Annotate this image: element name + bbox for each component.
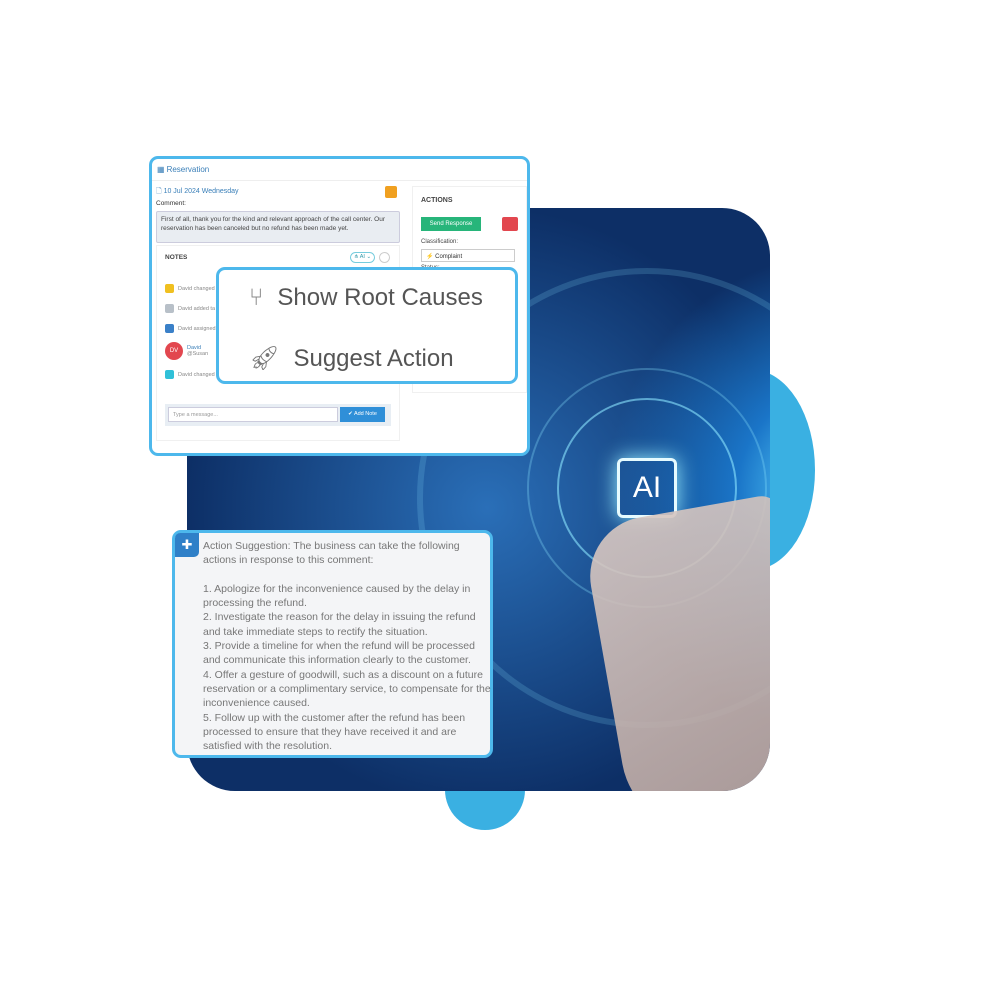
send-response-button[interactable]: Send Response: [421, 217, 481, 231]
comment-text[interactable]: First of all, thank you for the kind and…: [156, 211, 400, 243]
suggestion-text: Action Suggestion: The business can take…: [203, 540, 491, 753]
suggest-action-option[interactable]: 🚀︎ Suggest Action: [249, 344, 454, 373]
date-link[interactable]: 🗋 10 Jul 2024 Wednesday: [156, 187, 239, 198]
comment-label: Comment:: [156, 200, 186, 207]
panel-title: Reservation: [166, 165, 210, 174]
avatar: DV: [165, 342, 183, 360]
rocket-icon: 🚀︎: [249, 345, 280, 372]
calendar-icon: ▦: [157, 165, 165, 174]
ai-chip: AI: [617, 458, 677, 518]
actions-title: ACTIONS: [421, 197, 453, 204]
show-root-causes-option[interactable]: ⑂ Show Root Causes: [249, 284, 483, 312]
note-item: David changed: [165, 370, 215, 379]
classification-select[interactable]: ⚡ Complaint: [421, 249, 515, 262]
classification-label: Classification:: [421, 239, 459, 245]
ai-options-menu: ⑂ Show Root Causes 🚀︎ Suggest Action: [216, 267, 518, 384]
note-item: David added ta: [165, 304, 215, 313]
cloud-icon[interactable]: [379, 252, 390, 263]
user-icon: [165, 324, 174, 333]
note-item: David assigned: [165, 324, 216, 333]
hand-image: [580, 493, 770, 791]
message-input[interactable]: Type a message...: [168, 407, 338, 422]
note-item: David changed: [165, 284, 215, 293]
branch-icon: ⑂: [249, 284, 264, 311]
delete-button[interactable]: [502, 217, 518, 231]
mention-note: DV David @Susan: [165, 342, 208, 360]
status-badge: [385, 186, 397, 198]
puzzle-icon: ✚: [175, 533, 199, 557]
tag-icon: [165, 304, 174, 313]
add-note-button[interactable]: ✔ Add Note: [340, 407, 385, 422]
notes-title: NOTES: [165, 254, 188, 261]
bell-icon: [165, 370, 174, 379]
note-icon: [165, 284, 174, 293]
ai-filter-button[interactable]: ⋔ AI ⌄: [350, 252, 375, 263]
action-suggestion-panel: ✚ Action Suggestion: The business can ta…: [172, 530, 493, 758]
